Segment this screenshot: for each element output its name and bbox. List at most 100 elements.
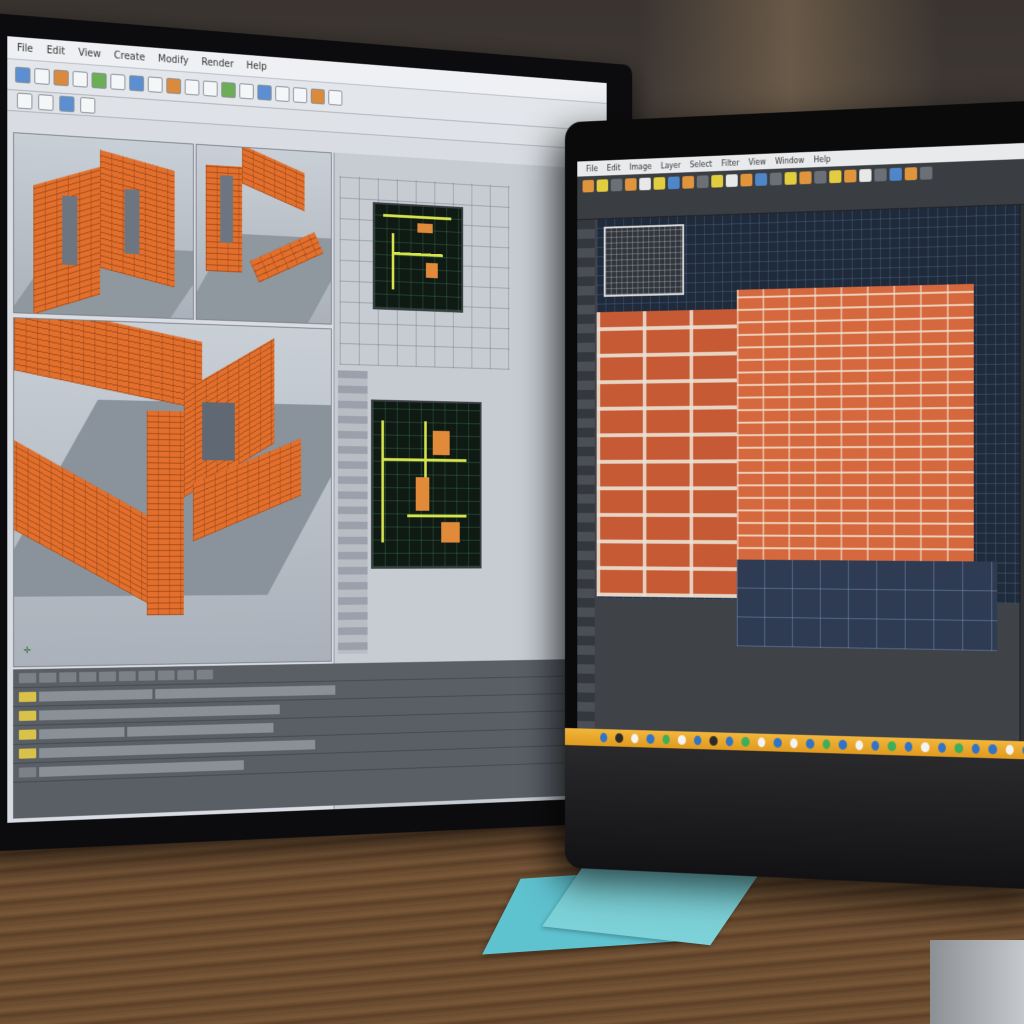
dock-app-icon[interactable] [662, 734, 671, 745]
dock-app-icon[interactable] [822, 739, 831, 750]
menu-item[interactable]: Edit [47, 45, 66, 57]
tool-icon[interactable] [725, 174, 738, 188]
tool-icon[interactable] [696, 175, 709, 189]
tool-icon[interactable] [110, 73, 126, 91]
timeline-panel[interactable] [13, 658, 607, 819]
timeline-key[interactable] [18, 748, 37, 759]
tool-icon[interactable] [129, 74, 145, 92]
menu-item[interactable]: Select [690, 159, 712, 169]
tool-icon[interactable] [784, 171, 797, 185]
tool-icon[interactable] [919, 166, 933, 180]
tool-icon[interactable] [610, 178, 623, 192]
dock-app-icon[interactable] [693, 735, 702, 746]
dock-app-icon[interactable] [855, 740, 863, 751]
tool-icon[interactable] [221, 81, 236, 99]
tool-icon[interactable] [667, 176, 680, 190]
menu-item[interactable]: Render [201, 57, 233, 70]
timeline-key[interactable] [79, 671, 97, 682]
timeline-key[interactable] [18, 710, 37, 721]
tool-icon[interactable] [889, 167, 902, 181]
menu-item[interactable]: View [748, 157, 765, 166]
schematic-view-2[interactable] [371, 399, 482, 569]
tool-icon[interactable] [166, 77, 182, 95]
dock-app-icon[interactable] [938, 742, 947, 753]
tool-icon[interactable] [203, 80, 218, 97]
tool-icon[interactable] [625, 178, 637, 191]
dock-app-icon[interactable] [988, 744, 997, 755]
schematic-view[interactable] [372, 202, 464, 313]
dock-app-icon[interactable] [773, 737, 782, 748]
dock-app-icon[interactable] [600, 732, 608, 743]
timeline-key[interactable] [59, 672, 77, 683]
dock-app-icon[interactable] [806, 738, 814, 749]
timeline-key[interactable] [99, 671, 117, 682]
timeline-key[interactable] [18, 691, 37, 703]
tool-icon[interactable] [310, 88, 325, 105]
dock-app-icon[interactable] [904, 741, 913, 752]
timeline-key[interactable] [196, 669, 214, 680]
viewport-main[interactable]: ✛ [13, 317, 332, 668]
dock-app-icon[interactable] [971, 743, 980, 754]
timeline-key[interactable] [18, 729, 37, 740]
timeline-key[interactable] [18, 672, 37, 684]
tool-icon[interactable] [799, 171, 812, 185]
timeline-key[interactable] [138, 670, 156, 681]
layers-panel[interactable] [1019, 204, 1024, 742]
tool-icon[interactable] [184, 79, 200, 96]
timeline-key[interactable] [157, 670, 175, 681]
menu-item[interactable]: Modify [158, 53, 189, 66]
menu-item[interactable]: Filter [721, 158, 739, 167]
tool-icon[interactable] [16, 92, 33, 110]
menu-item[interactable]: File [17, 42, 33, 54]
dock-app-icon[interactable] [954, 743, 963, 754]
dock-app-icon[interactable] [921, 742, 930, 753]
dock-app-icon[interactable] [757, 737, 766, 748]
dock-app-icon[interactable] [631, 733, 639, 744]
tool-icon[interactable] [639, 177, 651, 191]
timeline-key[interactable] [18, 767, 37, 778]
tool-icon[interactable] [38, 94, 54, 111]
tool-strip[interactable] [577, 219, 595, 729]
tool-icon[interactable] [755, 172, 768, 187]
dock-app-icon[interactable] [709, 736, 718, 746]
tool-icon[interactable] [91, 72, 107, 90]
dock-app-icon[interactable] [678, 735, 686, 745]
timeline-key[interactable] [177, 669, 194, 680]
tool-icon[interactable] [904, 167, 918, 181]
tool-icon[interactable] [711, 174, 724, 188]
menu-item[interactable]: Edit [607, 163, 621, 172]
viewport-top-left[interactable] [13, 132, 194, 320]
tool-icon[interactable] [740, 173, 753, 187]
tool-icon[interactable] [147, 76, 163, 94]
tool-icon[interactable] [275, 85, 290, 103]
dock-app-icon[interactable] [888, 741, 897, 752]
navigator-thumbnail[interactable] [603, 224, 685, 297]
tool-icon[interactable] [72, 70, 88, 88]
tool-icon[interactable] [844, 169, 857, 183]
tool-icon[interactable] [769, 172, 782, 186]
tool-icon[interactable] [859, 168, 872, 183]
dock-app-icon[interactable] [1005, 744, 1014, 755]
timeline-key[interactable] [118, 671, 136, 682]
dock-app-icon[interactable] [838, 739, 847, 750]
dock-app-icon[interactable] [741, 736, 750, 747]
tool-icon[interactable] [257, 84, 272, 101]
menu-item[interactable]: Help [814, 154, 831, 163]
tool-icon[interactable] [682, 175, 695, 189]
tool-icon[interactable] [293, 87, 308, 104]
tool-icon[interactable] [53, 69, 69, 87]
dock-app-icon[interactable] [646, 734, 655, 744]
tool-icon[interactable] [80, 96, 96, 114]
menu-item[interactable]: Image [629, 162, 651, 171]
menu-item[interactable]: Help [246, 60, 266, 72]
viewport-top-right[interactable] [195, 143, 332, 325]
menu-item[interactable]: File [586, 164, 598, 173]
dock-app-icon[interactable] [725, 736, 734, 747]
tool-icon[interactable] [653, 176, 666, 190]
timeline-key[interactable] [39, 672, 57, 683]
tool-icon[interactable] [582, 179, 594, 193]
tool-icon[interactable] [239, 83, 254, 100]
menu-item[interactable]: Layer [661, 161, 681, 170]
menu-item[interactable]: Window [775, 156, 804, 166]
tool-icon[interactable] [829, 170, 842, 184]
